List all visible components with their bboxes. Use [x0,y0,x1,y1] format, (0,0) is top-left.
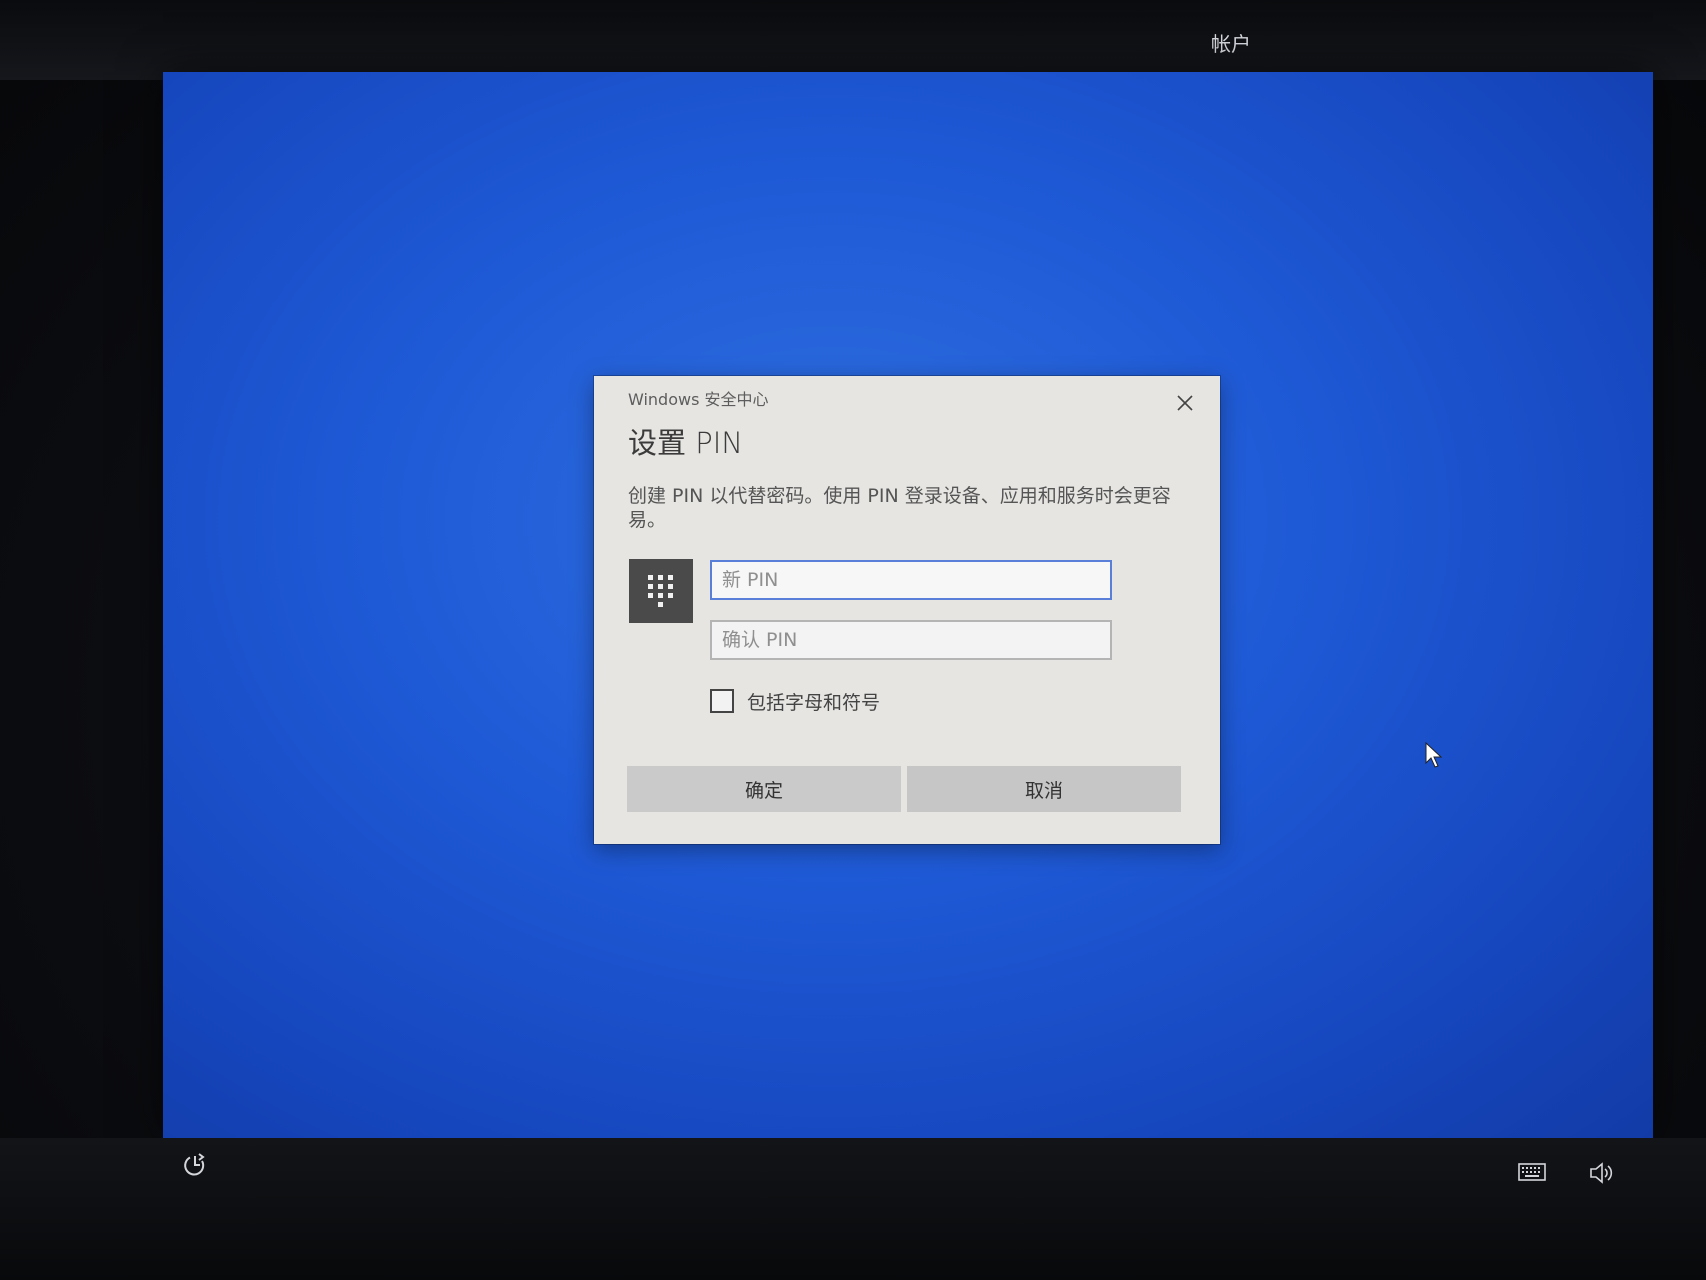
confirm-pin-input[interactable] [710,620,1112,660]
volume-icon[interactable] [1588,1160,1614,1186]
mouse-cursor-icon [1425,742,1443,768]
include-letters-symbols-option[interactable]: 包括字母和符号 [710,686,880,716]
bottom-bar [0,1138,1706,1280]
close-icon [1177,395,1193,411]
cancel-button[interactable]: 取消 [907,766,1181,812]
set-pin-dialog: Windows 安全中心 设置 PIN 创建 PIN 以代替密码。使用 PIN … [594,376,1220,844]
keypad-icon [648,575,673,607]
ok-button[interactable]: 确定 [627,766,901,812]
top-bar: 帐户 [0,0,1706,82]
ease-of-access-icon[interactable] [180,1150,210,1180]
new-pin-input[interactable] [710,560,1112,600]
screen: 帐户 Windows 安全中心 设置 PIN 创建 PIN 以代替密码。使用 P… [0,0,1706,1280]
dialog-description: 创建 PIN 以代替密码。使用 PIN 登录设备、应用和服务时会更容易。 [628,485,1171,531]
keyboard-icon[interactable] [1518,1160,1546,1184]
keypad-tile [629,559,693,623]
close-button[interactable] [1170,388,1200,418]
dialog-title: 设置 PIN [628,426,743,460]
dialog-app-title: Windows 安全中心 [628,390,769,409]
include-letters-symbols-checkbox[interactable] [710,689,734,713]
include-letters-symbols-label: 包括字母和符号 [747,691,881,714]
tab-account-label: 帐户 [1211,32,1251,56]
